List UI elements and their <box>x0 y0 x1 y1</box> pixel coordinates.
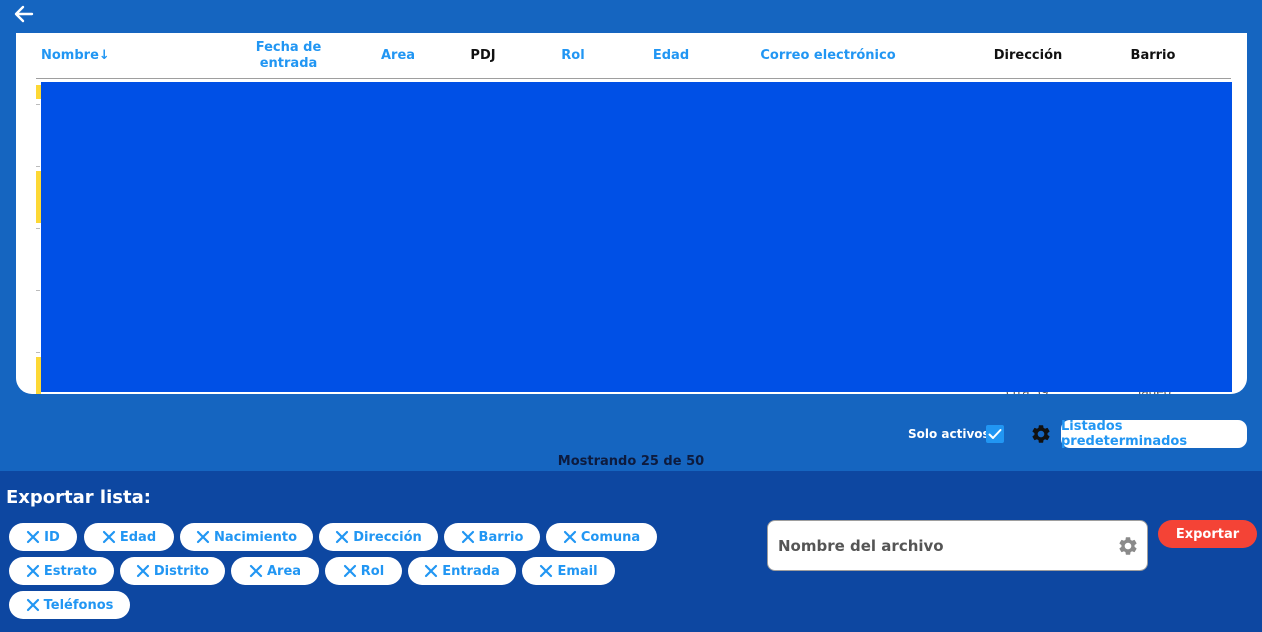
solo-activos-label: Solo activos <box>908 427 990 441</box>
export-chip-distrito[interactable]: Distrito <box>120 557 225 585</box>
row-divider <box>36 352 40 353</box>
column-header-fecha-de-entrada[interactable]: Fecha de entrada <box>241 33 336 78</box>
column-header-correo[interactable]: Correo electrónico <box>748 33 908 78</box>
data-table-card: Nombre↓ Fecha de entrada Area PDJ Rol Ed… <box>16 33 1247 394</box>
export-chip-label: Nacimiento <box>213 529 298 545</box>
filename-field <box>767 520 1148 571</box>
column-header-nombre[interactable]: Nombre↓ <box>41 33 141 78</box>
table-body-overlay <box>41 82 1232 392</box>
export-chip-label: Email <box>557 563 598 579</box>
column-header-edad[interactable]: Edad <box>641 33 701 78</box>
close-icon[interactable] <box>343 564 357 578</box>
gear-icon <box>1032 425 1050 443</box>
export-panel: Exportar lista: ID Edad Nacimiento Direc… <box>0 471 1262 632</box>
main-area: Nombre↓ Fecha de entrada Area PDJ Rol Ed… <box>0 0 1262 471</box>
export-chip-estrato[interactable]: Estrato <box>9 557 114 585</box>
column-header-direccion: Dirección <box>993 47 1063 63</box>
export-chip-edad[interactable]: Edad <box>84 523 174 551</box>
filename-settings-button[interactable] <box>1117 535 1139 557</box>
close-icon[interactable] <box>102 530 116 544</box>
export-chip-label: Distrito <box>153 563 210 579</box>
close-icon[interactable] <box>461 530 475 544</box>
column-header-barrio: Barrio <box>1130 47 1176 63</box>
arrow-left-icon <box>14 5 34 23</box>
column-header-rol[interactable]: Rol <box>543 33 603 78</box>
filename-input[interactable] <box>778 533 1098 559</box>
export-chip-label: Teléfonos <box>43 597 114 613</box>
column-header-pdj: PDJ <box>470 47 496 63</box>
export-chip-comuna[interactable]: Comuna <box>546 523 657 551</box>
close-icon[interactable] <box>26 564 40 578</box>
row-divider <box>36 104 40 105</box>
pagination-status: Mostrando 25 de 50 <box>557 454 705 469</box>
export-chip-label: Entrada <box>442 563 500 579</box>
export-chip-label: Edad <box>119 529 157 545</box>
close-icon[interactable] <box>26 598 40 612</box>
listados-predeterminados-button[interactable]: Listados predeterminados <box>1061 419 1247 449</box>
export-chip-direccion[interactable]: Dirección <box>319 523 438 551</box>
export-chip-label: Comuna <box>580 529 641 545</box>
export-chip-email[interactable]: Email <box>522 557 615 585</box>
header-divider <box>36 78 1231 79</box>
close-icon[interactable] <box>249 564 263 578</box>
close-icon[interactable] <box>196 530 210 544</box>
close-icon[interactable] <box>539 564 553 578</box>
export-chip-label: ID <box>44 529 60 545</box>
export-chip-area[interactable]: Area <box>231 557 319 585</box>
check-icon <box>988 429 1002 439</box>
back-button[interactable] <box>12 3 36 25</box>
export-chip-label: Estrato <box>43 563 98 579</box>
export-title: Exportar lista: <box>6 487 151 508</box>
close-icon[interactable] <box>563 530 577 544</box>
export-chip-barrio[interactable]: Barrio <box>444 523 540 551</box>
close-icon[interactable] <box>26 530 40 544</box>
export-chip-label: Dirección <box>353 529 422 545</box>
close-icon[interactable] <box>136 564 150 578</box>
settings-button[interactable] <box>1030 423 1052 445</box>
column-header-area[interactable]: Area <box>368 33 428 78</box>
export-chip-label: Area <box>266 563 302 579</box>
export-button[interactable]: Exportar <box>1158 520 1257 548</box>
close-icon[interactable] <box>335 530 349 544</box>
row-divider <box>36 166 40 167</box>
close-icon[interactable] <box>424 564 438 578</box>
export-chip-entrada[interactable]: Entrada <box>408 557 516 585</box>
solo-activos-checkbox[interactable] <box>986 425 1004 443</box>
export-chip-label: Barrio <box>478 529 524 545</box>
export-chip-rol[interactable]: Rol <box>325 557 402 585</box>
export-chip-nacimiento[interactable]: Nacimiento <box>180 523 313 551</box>
row-divider <box>36 290 40 291</box>
export-chip-telefonos[interactable]: Teléfonos <box>9 591 130 619</box>
export-chip-label: Rol <box>360 563 385 579</box>
gear-icon <box>1119 537 1137 555</box>
row-divider <box>36 228 40 229</box>
export-chip-id[interactable]: ID <box>9 523 77 551</box>
